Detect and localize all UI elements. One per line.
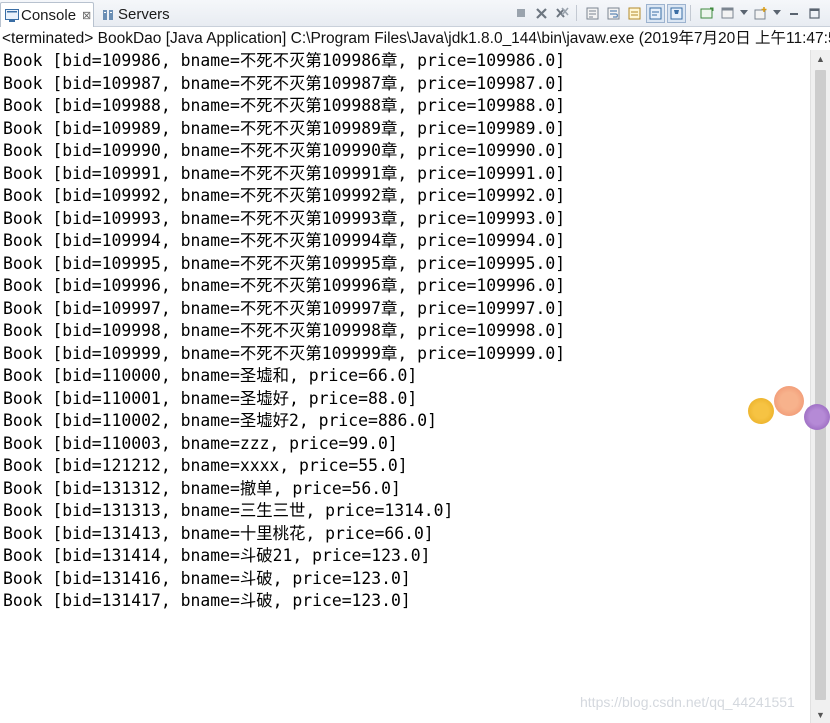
chevron-down-icon[interactable]	[772, 4, 782, 23]
toolbar-separator	[576, 5, 577, 21]
desktop-sticker-flowers	[744, 384, 830, 432]
console-line: Book [bid=109991, bname=不死不灭第109991章, pr…	[3, 163, 566, 183]
console-line: Book [bid=131313, bname=三生三世, price=1314…	[3, 501, 454, 520]
console-toolbar	[509, 3, 824, 23]
terminate-icon[interactable]	[511, 4, 530, 23]
console-line: Book [bid=109999, bname=不死不灭第109999章, pr…	[3, 343, 566, 363]
console-line: Book [bid=109992, bname=不死不灭第109992章, pr…	[3, 186, 566, 205]
console-line: Book [bid=110002, bname=圣墟好2, price=886.…	[3, 411, 438, 430]
tab-console[interactable]: Console ⊠	[0, 2, 94, 27]
open-console-icon[interactable]	[718, 4, 737, 23]
console-line: Book [bid=109986, bname=不死不灭第109986章, pr…	[3, 51, 566, 70]
console-line: Book [bid=109995, bname=不死不灭第109995章, pr…	[3, 253, 566, 273]
purple-flower-sticker	[804, 404, 830, 430]
tab-servers-label: Servers	[118, 6, 170, 23]
display-selected-console-icon[interactable]	[697, 4, 716, 23]
console-icon	[5, 7, 19, 23]
console-line: Book [bid=109997, bname=不死不灭第109997章, pr…	[3, 298, 566, 318]
console-line: Book [bid=110003, bname=zzz, price=99.0]	[3, 433, 398, 453]
console-line: Book [bid=110001, bname=圣墟好, price=88.0]	[3, 388, 418, 408]
pin-console-icon[interactable]	[667, 3, 686, 23]
scroll-down-icon[interactable]: ▼	[811, 706, 830, 723]
console-line: Book [bid=109996, bname=不死不灭第109996章, pr…	[3, 276, 566, 295]
servers-icon	[100, 7, 116, 23]
chevron-down-icon[interactable]	[739, 4, 749, 23]
console-line: Book [bid=131417, bname=斗破, price=123.0]	[3, 591, 411, 610]
launch-status-line: <terminated> BookDao [Java Application] …	[2, 30, 830, 47]
console-line: Book [bid=109993, bname=不死不灭第109993章, pr…	[3, 208, 566, 228]
pink-flower-sticker	[774, 386, 804, 416]
yellow-flower-sticker	[748, 398, 774, 424]
console-line: Book [bid=131312, bname=撤单, price=56.0]	[3, 478, 401, 498]
console-line: Book [bid=131414, bname=斗破21, price=123.…	[3, 546, 431, 565]
show-on-output-icon[interactable]	[625, 4, 644, 23]
show-on-error-icon[interactable]	[646, 3, 665, 23]
remove-all-terminated-icon[interactable]	[553, 4, 572, 23]
scroll-up-icon[interactable]: ▲	[811, 50, 830, 67]
console-line: Book [bid=109998, bname=不死不灭第109998章, pr…	[3, 321, 566, 340]
console-line: Book [bid=109987, bname=不死不灭第109987章, pr…	[3, 73, 566, 93]
console-line: Book [bid=121212, bname=xxxx, price=55.0…	[3, 456, 408, 475]
console-line: Book [bid=110000, bname=圣墟和, price=66.0]	[3, 366, 418, 385]
console-line: Book [bid=131416, bname=斗破, price=123.0]	[3, 568, 411, 588]
watermark-text: https://blog.csdn.net/qq_44241551	[580, 694, 795, 710]
maximize-icon[interactable]	[805, 4, 824, 23]
word-wrap-icon[interactable]	[604, 4, 623, 23]
remove-launch-icon[interactable]	[532, 4, 551, 23]
new-console-icon[interactable]	[751, 4, 770, 23]
view-tab-bar: Console ⊠ Servers	[0, 0, 830, 27]
console-line: Book [bid=109989, bname=不死不灭第109989章, pr…	[3, 118, 566, 138]
console-line: Book [bid=131413, bname=十里桃花, price=66.0…	[3, 523, 434, 543]
console-output[interactable]: Book [bid=109986, bname=不死不灭第109986章, pr…	[0, 50, 810, 723]
tab-servers[interactable]: Servers	[96, 2, 176, 27]
console-line: Book [bid=109990, bname=不死不灭第109990章, pr…	[3, 141, 566, 160]
console-line: Book [bid=109994, bname=不死不灭第109994章, pr…	[3, 231, 566, 250]
minimize-icon[interactable]	[784, 4, 803, 23]
tab-console-label: Console	[21, 6, 77, 24]
toolbar-separator	[690, 5, 691, 21]
console-line: Book [bid=109988, bname=不死不灭第109988章, pr…	[3, 96, 566, 115]
close-icon[interactable]: ⊠	[82, 9, 91, 22]
scroll-lock-icon[interactable]	[583, 4, 602, 23]
